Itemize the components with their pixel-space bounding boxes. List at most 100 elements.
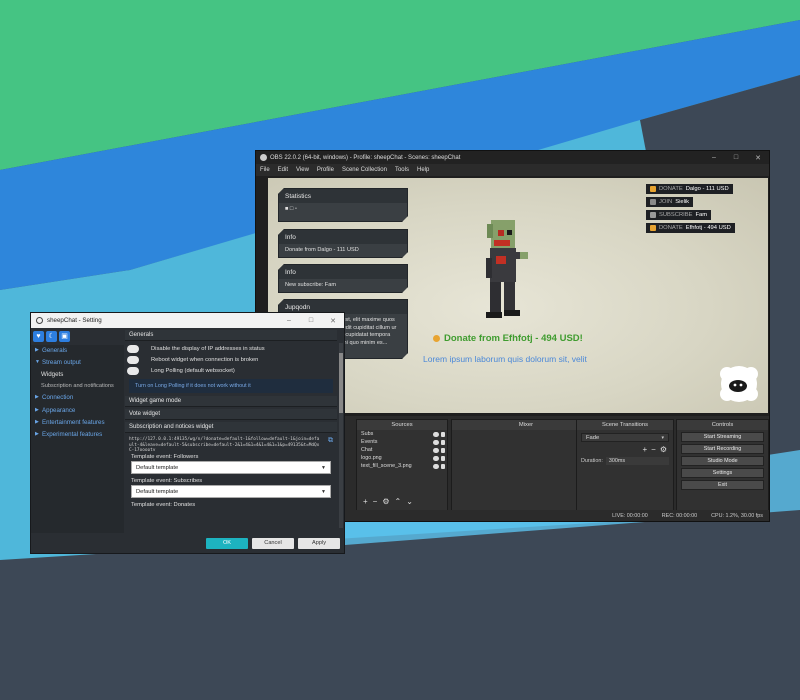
source-item[interactable]: text_fill_scene_3.png bbox=[357, 462, 447, 470]
followers-template-select[interactable]: Default template ▼ bbox=[131, 461, 331, 474]
scene-caption: Lorem ipsum laborum quis dolorum sit, ve… bbox=[423, 354, 587, 364]
obs-window-title: OBS 22.0.2 (64-bit, windows) - Profile: … bbox=[270, 154, 461, 161]
coin-icon bbox=[650, 186, 656, 192]
toggle-switch[interactable] bbox=[127, 344, 139, 353]
cancel-button[interactable]: Cancel bbox=[252, 537, 294, 549]
settings-iconbar: ♥ ☾ ▣ bbox=[33, 331, 70, 342]
source-item[interactable]: Events bbox=[357, 438, 447, 446]
sheep-logo-icon bbox=[720, 366, 758, 402]
option-label: Disable the display of IP addresses in s… bbox=[151, 345, 265, 352]
moon-icon[interactable]: ☾ bbox=[46, 331, 57, 342]
option-reboot-widget[interactable]: Reboot widget when connection is broken bbox=[125, 354, 337, 365]
widget-url[interactable]: http://127.0.0.1:49135/wg/n/?donate=defa… bbox=[125, 435, 324, 451]
eye-icon[interactable] bbox=[433, 439, 439, 445]
live-timer: LIVE: 00:00:00 bbox=[612, 512, 648, 519]
gear-icon[interactable]: ⚙ bbox=[660, 445, 667, 454]
minimize-icon[interactable]: – bbox=[278, 317, 300, 325]
settings-scrollbar[interactable] bbox=[339, 343, 343, 528]
eye-icon[interactable] bbox=[433, 431, 439, 437]
transition-select[interactable]: Fade ▾ bbox=[581, 433, 669, 442]
scrollbar-thumb[interactable] bbox=[339, 353, 343, 413]
menu-help[interactable]: Help bbox=[417, 167, 429, 173]
coin-icon bbox=[433, 335, 440, 342]
option-long-polling[interactable]: Long Polling (default websocket) bbox=[125, 365, 337, 376]
section-vote-widget[interactable]: Vote widget bbox=[125, 409, 337, 420]
toggle-switch[interactable] bbox=[127, 366, 139, 375]
lock-icon[interactable] bbox=[441, 439, 445, 445]
menu-tools[interactable]: Tools bbox=[395, 167, 409, 173]
lock-icon[interactable] bbox=[441, 431, 445, 437]
lock-icon[interactable] bbox=[441, 447, 445, 453]
nav-generals[interactable]: ▶ Generals bbox=[31, 345, 124, 357]
maximize-icon[interactable]: □ bbox=[725, 154, 747, 162]
option-disable-ip[interactable]: Disable the display of IP addresses in s… bbox=[125, 343, 337, 354]
remove-source-icon[interactable]: − bbox=[373, 497, 378, 506]
start-streaming-button[interactable]: Start Streaming bbox=[681, 432, 764, 442]
eye-icon[interactable] bbox=[433, 447, 439, 453]
ok-button[interactable]: OK bbox=[206, 537, 248, 549]
nav-subscription-notifications[interactable]: Subscription and notifications bbox=[31, 381, 124, 392]
alert-tag: JOIN bbox=[659, 199, 673, 205]
chevron-right-icon: ▶ bbox=[35, 394, 39, 401]
controls-dock: Controls Start Streaming Start Recording… bbox=[676, 419, 769, 511]
lock-icon[interactable] bbox=[441, 455, 445, 461]
remove-transition-icon[interactable]: − bbox=[651, 445, 656, 454]
source-name: Chat bbox=[361, 447, 373, 453]
section-widget-game-mode[interactable]: Widget game mode bbox=[125, 396, 337, 407]
chevron-down-icon: ▾ bbox=[661, 434, 664, 441]
settings-window-title: sheepChat - Setting bbox=[47, 317, 102, 324]
nav-connection[interactable]: ▶ Connection bbox=[31, 392, 124, 404]
move-up-icon[interactable]: ⌃ bbox=[395, 497, 402, 506]
alert-text: Dalgo - 111 USD bbox=[685, 186, 729, 192]
nav-experimental[interactable]: ▶ Experimental features bbox=[31, 429, 124, 441]
nav-entertainment[interactable]: ▶ Entertainment features bbox=[31, 417, 124, 429]
donation-alert-text: Donate from Efhfotj - 494 USD! bbox=[444, 333, 583, 344]
toggle-switch[interactable] bbox=[127, 355, 139, 364]
close-icon[interactable]: ✕ bbox=[322, 317, 344, 325]
statistics-panel: Statistics ■ □ ▫ bbox=[278, 188, 408, 222]
menu-view[interactable]: View bbox=[296, 167, 309, 173]
subscribes-template-select[interactable]: Default template ▼ bbox=[131, 485, 331, 498]
add-source-icon[interactable]: + bbox=[363, 497, 368, 506]
nav-label: Appearance bbox=[42, 406, 76, 414]
add-transition-icon[interactable]: + bbox=[642, 445, 647, 454]
nav-appearance[interactable]: ▶ Appearance bbox=[31, 405, 124, 417]
move-down-icon[interactable]: ⌄ bbox=[406, 497, 413, 506]
source-item[interactable]: Subs bbox=[357, 430, 447, 438]
studio-mode-button[interactable]: Studio Mode bbox=[681, 456, 764, 466]
alert-tag: SUBSCRIBE bbox=[659, 212, 693, 218]
menu-profile[interactable]: Profile bbox=[317, 167, 334, 173]
start-recording-button[interactable]: Start Recording bbox=[681, 444, 764, 454]
settings-content: Generals Disable the display of IP addre… bbox=[125, 330, 337, 530]
duration-colon: : bbox=[601, 458, 603, 464]
heart-icon[interactable]: ♥ bbox=[33, 331, 44, 342]
gear-icon[interactable]: ⚙ bbox=[382, 497, 389, 506]
info-panel-subscribe: Info New subscribe: Fam bbox=[278, 264, 408, 293]
source-item[interactable]: logo.png bbox=[357, 454, 447, 462]
duration-input[interactable]: 300ms bbox=[605, 457, 669, 465]
eye-icon[interactable] bbox=[433, 463, 439, 469]
source-item[interactable]: Chat bbox=[357, 446, 447, 454]
section-subscription-widget[interactable]: Subscription and notices widget bbox=[125, 422, 337, 433]
nav-stream-output[interactable]: ▼ Stream output bbox=[31, 357, 124, 369]
menu-file[interactable]: File bbox=[260, 167, 270, 173]
nav-label: Widgets bbox=[41, 371, 64, 379]
option-label: Reboot widget when connection is broken bbox=[151, 356, 259, 363]
maximize-icon[interactable]: □ bbox=[300, 317, 322, 325]
eye-icon[interactable] bbox=[433, 455, 439, 461]
close-icon[interactable]: ✕ bbox=[747, 154, 769, 162]
alert-text: Sielik bbox=[675, 199, 690, 205]
apply-button[interactable]: Apply bbox=[298, 537, 340, 549]
menu-edit[interactable]: Edit bbox=[278, 167, 288, 173]
lock-icon[interactable] bbox=[441, 463, 445, 469]
copy-icon[interactable]: ⧉ bbox=[324, 435, 337, 447]
minimize-icon[interactable]: – bbox=[703, 154, 725, 162]
nav-widgets[interactable]: Widgets bbox=[31, 369, 124, 381]
obs-titlebar: OBS 22.0.2 (64-bit, windows) - Profile: … bbox=[256, 151, 769, 164]
settings-button[interactable]: Settings bbox=[681, 468, 764, 478]
obs-menubar: File Edit View Profile Scene Collection … bbox=[256, 164, 769, 176]
save-icon[interactable]: ▣ bbox=[59, 331, 70, 342]
statistics-row: ■ □ ▫ bbox=[285, 206, 297, 212]
exit-button[interactable]: Exit bbox=[681, 480, 764, 490]
menu-scene-collection[interactable]: Scene Collection bbox=[342, 167, 387, 173]
